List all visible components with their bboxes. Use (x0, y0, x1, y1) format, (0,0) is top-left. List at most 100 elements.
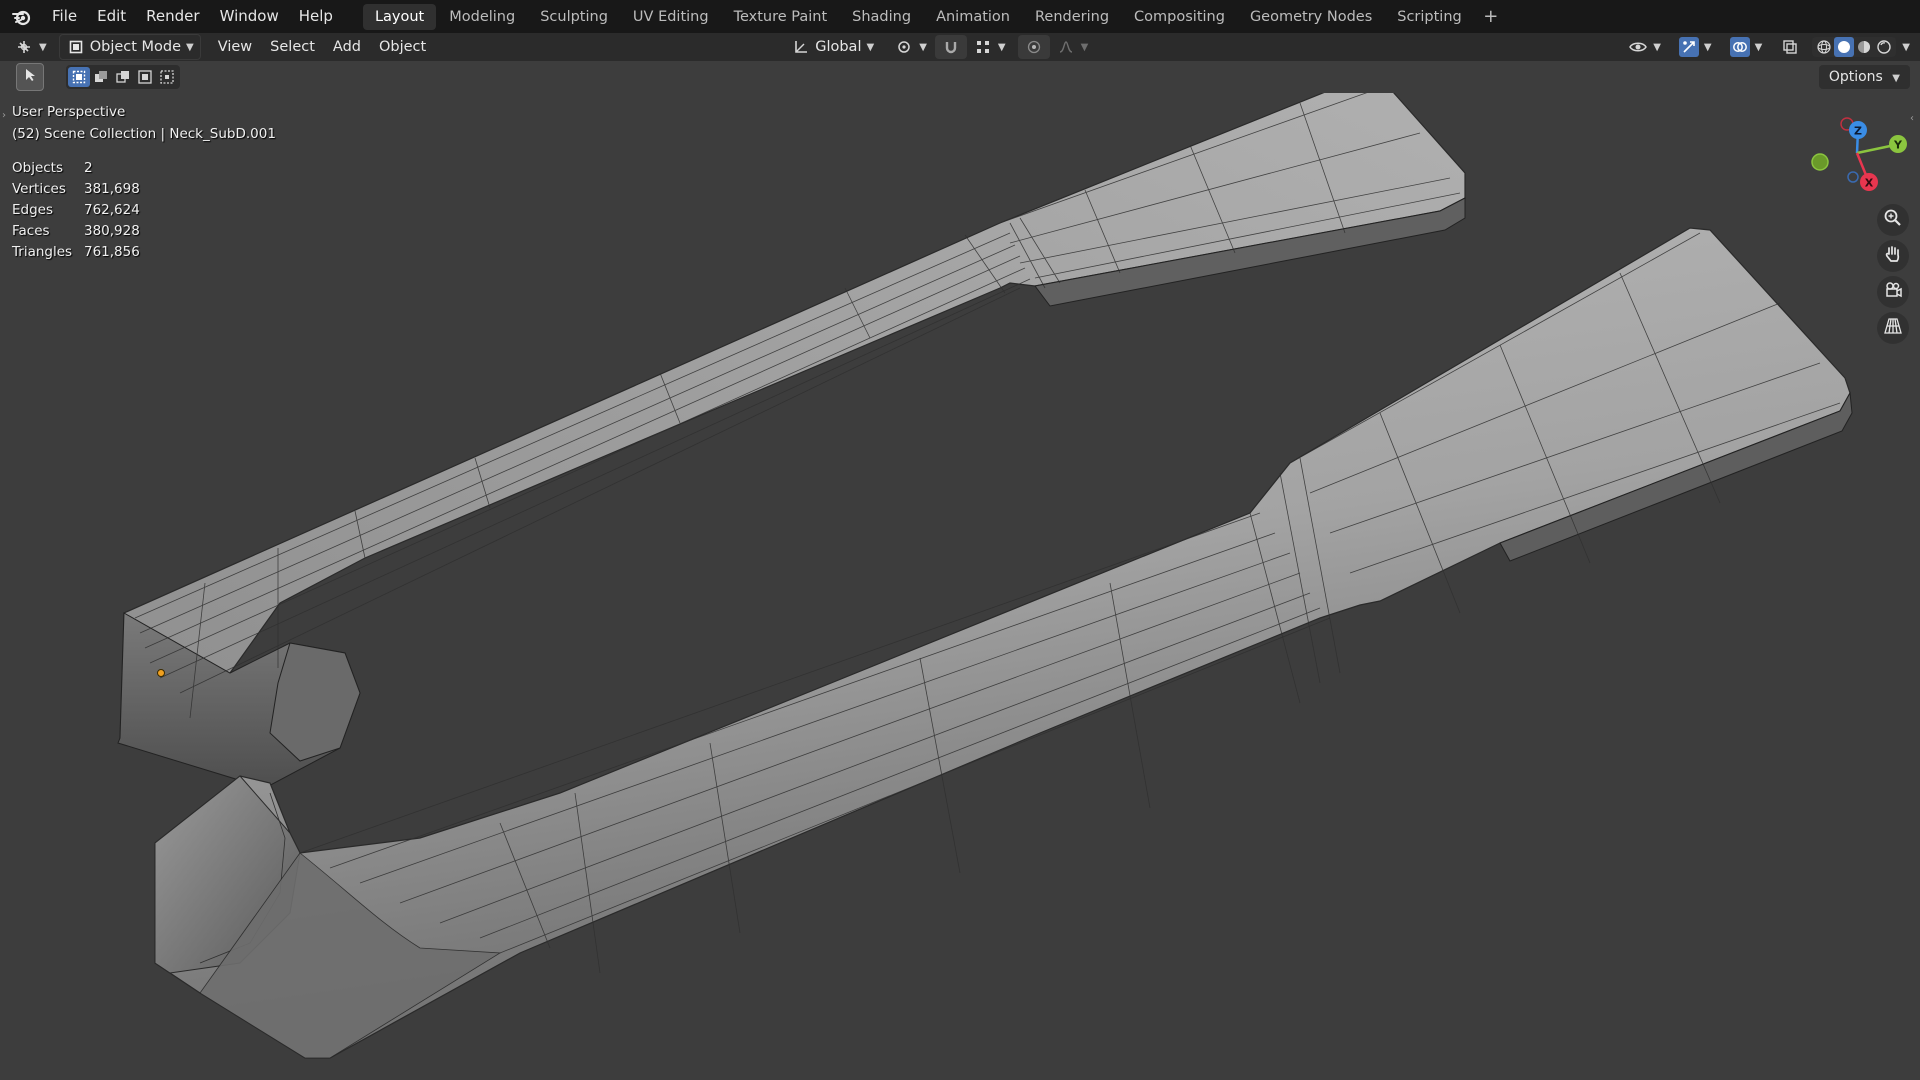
stat-value-vertices: 381,698 (84, 181, 140, 197)
add-workspace-button[interactable]: + (1479, 4, 1503, 30)
stat-value-objects: 2 (84, 160, 93, 176)
viewport-3d-canvas[interactable] (0, 93, 1920, 1080)
wireframe-shading-icon[interactable] (1814, 37, 1834, 57)
select-intersect-icon[interactable] (156, 67, 178, 87)
chevron-down-icon: ▼ (1703, 41, 1712, 53)
stat-value-faces: 380,928 (84, 223, 140, 239)
xray-toggle[interactable] (1774, 35, 1806, 59)
rendered-shading-icon[interactable] (1874, 37, 1894, 57)
orientation-icon (791, 37, 811, 57)
gizmo-toggle[interactable]: ▼ (1673, 35, 1718, 59)
snap-target-dropdown[interactable]: ▼ (967, 35, 1012, 59)
tab-modeling[interactable]: Modeling (437, 4, 527, 30)
pivot-icon (894, 37, 914, 57)
select-new-icon[interactable] (68, 67, 90, 87)
options-dropdown[interactable]: Options ▼ (1818, 65, 1910, 89)
collection-info: (52) Scene Collection | Neck_SubD.001 (12, 126, 276, 142)
view-name: User Perspective (12, 104, 126, 120)
chevron-down-icon: ▼ (186, 41, 194, 53)
perspective-grid-icon (1883, 316, 1903, 340)
stat-label-objects: Objects (12, 160, 64, 176)
shading-options-chevron-icon[interactable]: ▼ (1902, 42, 1910, 53)
chevron-down-icon: ▼ (919, 41, 927, 53)
zoom-icon (1883, 208, 1903, 232)
select-extend-icon[interactable] (90, 67, 112, 87)
menu-add[interactable]: Add (324, 39, 370, 55)
object-origin-dot (157, 669, 165, 677)
neg-z-axis-handle[interactable] (1847, 171, 1859, 183)
visibility-dropdown[interactable]: ▼ (1622, 35, 1667, 59)
camera-view-button[interactable] (1877, 276, 1909, 308)
pivot-point-dropdown[interactable]: ▼ (888, 35, 933, 59)
overlays-toggle[interactable]: ▼ (1724, 35, 1769, 59)
options-label: Options (1828, 69, 1883, 85)
falloff-dropdown[interactable]: ▼ (1050, 35, 1095, 59)
snap-toggle[interactable] (934, 35, 967, 59)
tab-texture-paint[interactable]: Texture Paint (722, 4, 840, 30)
viewport-header: ▼ Object Mode ▼ View Select Add Object G… (0, 33, 1920, 61)
material-shading-icon[interactable] (1854, 37, 1874, 57)
stat-label-vertices: Vertices (12, 181, 66, 197)
neck-mesh-lower[interactable] (154, 227, 1853, 1059)
stat-value-edges: 762,624 (84, 202, 140, 218)
tab-layout[interactable]: Layout (362, 3, 437, 30)
selection-mode-group (66, 65, 180, 89)
chevron-down-icon: ▼ (1653, 41, 1661, 53)
chevron-down-icon: ▼ (1892, 73, 1900, 84)
stat-label-faces: Faces (12, 223, 50, 239)
zoom-button[interactable] (1877, 204, 1909, 236)
tab-sculpting[interactable]: Sculpting (528, 4, 620, 30)
y-axis-label: Y (1893, 139, 1903, 152)
camera-icon (1883, 280, 1903, 304)
solid-shading-icon[interactable] (1834, 37, 1855, 57)
select-invert-icon[interactable] (134, 67, 156, 87)
tab-uv-editing[interactable]: UV Editing (621, 4, 721, 30)
menu-file[interactable]: File (42, 0, 87, 33)
menu-help[interactable]: Help (289, 0, 343, 33)
menu-edit[interactable]: Edit (87, 0, 136, 33)
tool-settings-row (0, 61, 1920, 93)
pan-button[interactable] (1877, 240, 1909, 272)
tab-compositing[interactable]: Compositing (1122, 4, 1237, 30)
menu-view[interactable]: View (209, 39, 261, 55)
mode-dropdown[interactable]: Object Mode ▼ (58, 34, 201, 60)
tab-scripting[interactable]: Scripting (1385, 4, 1473, 30)
menu-window[interactable]: Window (210, 0, 289, 33)
xray-icon (1780, 37, 1800, 57)
select-tool-button[interactable] (16, 63, 44, 91)
proportional-edit-toggle[interactable] (1017, 35, 1050, 59)
proportional-edit-icon (1024, 37, 1044, 57)
select-subtract-icon[interactable] (112, 67, 134, 87)
neck-mesh-upper[interactable] (117, 93, 1466, 789)
chevron-down-icon: ▼ (1754, 41, 1763, 53)
menu-select[interactable]: Select (261, 39, 324, 55)
tab-rendering[interactable]: Rendering (1023, 4, 1121, 30)
stat-value-triangles: 761,856 (84, 244, 140, 260)
menu-object[interactable]: Object (370, 39, 435, 55)
neg-y-axis-handle[interactable] (1811, 153, 1829, 171)
mode-label: Object Mode (89, 39, 182, 55)
overlays-icon (1729, 37, 1750, 57)
blender-logo-icon[interactable] (10, 5, 34, 29)
chevron-down-icon: ▼ (39, 41, 47, 53)
projection-toggle-button[interactable] (1877, 312, 1909, 344)
eye-icon (1628, 37, 1648, 57)
editor-type-button[interactable]: ▼ (8, 35, 53, 59)
transform-controls: Global ▼ ▼ ▼ ▼ (785, 35, 1094, 59)
transform-orientation-dropdown[interactable]: Global ▼ (785, 35, 880, 59)
x-axis-label: X (1865, 177, 1874, 190)
chevron-down-icon: ▼ (997, 41, 1006, 53)
tab-geometry-nodes[interactable]: Geometry Nodes (1238, 4, 1384, 30)
tab-shading[interactable]: Shading (840, 4, 923, 30)
viewport-display-controls: ▼ ▼ ▼ ▼ (1622, 35, 1910, 59)
toolbar-toggle-arrow-icon[interactable]: › (2, 110, 6, 121)
menu-render[interactable]: Render (136, 0, 209, 33)
tab-animation[interactable]: Animation (924, 4, 1022, 30)
navigation-gizmo[interactable]: Z Y X (1800, 110, 1920, 210)
shading-modes (1812, 37, 1897, 57)
chevron-down-icon: ▼ (1080, 41, 1089, 53)
workspace-tabs: Layout Modeling Sculpting UV Editing Tex… (362, 0, 1503, 33)
falloff-curve-icon (1056, 37, 1076, 57)
stat-label-triangles: Triangles (12, 244, 73, 260)
snap-increment-icon (973, 37, 993, 57)
